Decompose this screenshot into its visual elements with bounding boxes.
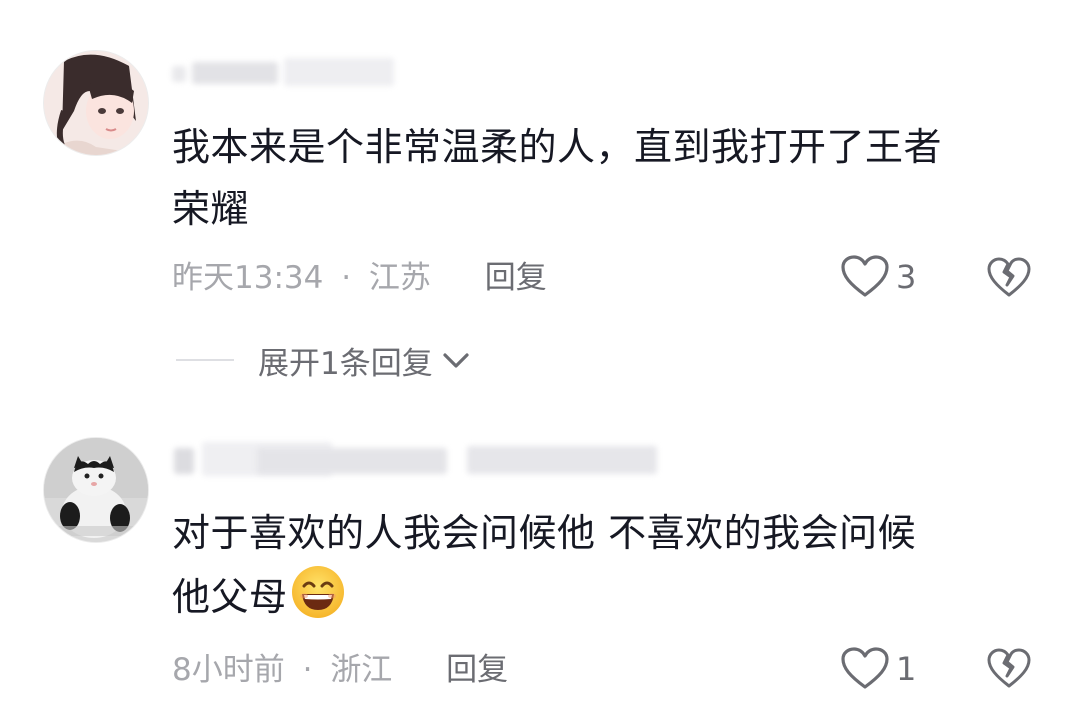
avatar-image [44, 438, 148, 542]
comment-location: 浙江 [330, 652, 393, 688]
like-count: 3 [896, 258, 917, 296]
comment-location: 江苏 [368, 260, 431, 296]
comment-time: 8小时前 [172, 652, 285, 688]
heart-outline-icon [841, 647, 889, 689]
reply-button[interactable]: 回复 [446, 652, 508, 688]
comment-time: 昨天13:34 [172, 260, 324, 296]
user-avatar[interactable] [43, 437, 149, 543]
avatar-image [44, 51, 148, 155]
comment-meta: 8小时前 · 浙江 回复 [172, 650, 508, 690]
dislike-button[interactable] [986, 646, 1032, 692]
expand-divider-line [176, 359, 234, 361]
comment-meta: 昨天13:34 · 江苏 回复 [172, 258, 547, 298]
comment-text-line-2: 荣耀 [172, 187, 250, 231]
heart-outline-icon [841, 255, 889, 297]
user-avatar[interactable] [43, 50, 149, 156]
username-blurred[interactable] [172, 440, 662, 476]
broken-heart-icon [987, 648, 1031, 688]
reply-button[interactable]: 回复 [485, 260, 547, 296]
expand-replies-label: 展开1条回复 [258, 345, 433, 382]
expand-replies-button[interactable]: 展开1条回复 [176, 340, 471, 382]
comment-item-2: 对于喜欢的人我会问候他 不喜欢的我会问候 他父母 8小时前 · 浙江 回复 1 [0, 400, 1085, 723]
comment-text: 对于喜欢的人我会问候他 不喜欢的我会问候 他父母 [172, 502, 1042, 628]
like-count: 1 [896, 650, 917, 688]
grinning-face-emoji [291, 566, 344, 618]
comment-text-line-1: 对于喜欢的人我会问候他 不喜欢的我会问候 [172, 511, 917, 555]
meta-separator: · [341, 260, 352, 296]
comment-text-line-1: 我本来是个非常温柔的人，直到我打开了王者 [172, 125, 943, 169]
meta-separator: · [302, 652, 313, 688]
like-button[interactable]: 3 [840, 252, 916, 302]
comment-text-line-2-text: 他父母 [172, 575, 288, 619]
chevron-down-icon [443, 353, 469, 368]
dislike-button[interactable] [986, 255, 1032, 301]
username-blurred[interactable] [172, 58, 402, 88]
comment-item-1: 我本来是个非常温柔的人，直到我打开了王者 荣耀 昨天13:34 · 江苏 回复 … [0, 0, 1085, 330]
comment-text-line-2: 他父母 [172, 564, 1042, 628]
comment-text: 我本来是个非常温柔的人，直到我打开了王者 荣耀 [172, 116, 1042, 240]
broken-heart-icon [987, 257, 1031, 297]
like-button[interactable]: 1 [840, 644, 916, 694]
